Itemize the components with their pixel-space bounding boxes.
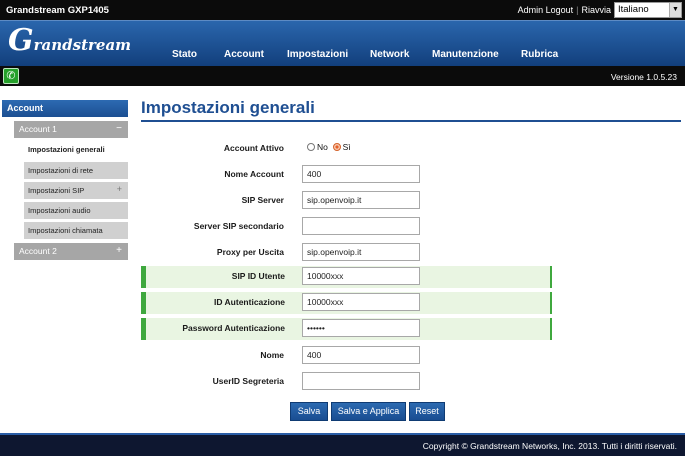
title-divider	[141, 120, 681, 122]
sub-bar: ✆ Versione 1.0.5.23	[0, 66, 685, 86]
sidebar-account-2[interactable]: Account 2 +	[14, 243, 128, 260]
field-label: Nome Account	[224, 169, 284, 179]
form-row-sip-id-utente: SIP ID Utente 10000xxx	[141, 266, 552, 288]
firmware-version: Versione 1.0.5.23	[610, 72, 677, 82]
sip-server-input[interactable]: sip.openvoip.it	[302, 191, 420, 209]
form-row-password-autenticazione: Password Autenticazione ••••••	[141, 318, 552, 340]
form-row-proxy-per-uscita: Proxy per Uscita sip.openvoip.it	[141, 242, 552, 264]
sidebar-account-1[interactable]: Account 1 −	[14, 121, 128, 138]
save-apply-button[interactable]: Salva e Applica	[331, 402, 406, 421]
nav-manutenzione[interactable]: Manutenzione	[432, 49, 499, 60]
id-autenticazione-input[interactable]: 10000xxx	[302, 293, 420, 311]
userid-segreteria-input[interactable]	[302, 372, 420, 390]
nome-input[interactable]: 400	[302, 346, 420, 364]
admin-logout-link[interactable]: Admin Logout	[518, 5, 574, 15]
nav-rubrica[interactable]: Rubrica	[521, 49, 558, 60]
radio-si-label: Sì	[342, 142, 351, 152]
reset-button[interactable]: Reset	[409, 402, 445, 421]
form-row-userid-segreteria: UserID Segreteria	[141, 371, 552, 393]
language-select[interactable]: Italiano ▼	[614, 2, 682, 18]
language-value: Italiano	[618, 4, 649, 15]
nav-network[interactable]: Network	[370, 49, 409, 60]
top-bar: Grandstream GXP1405 Admin Logout | Riavvia…	[0, 0, 685, 20]
device-model: Grandstream GXP1405	[6, 5, 109, 16]
sidebar-item-label: Impostazioni chiamata	[28, 226, 103, 235]
field-label: UserID Segreteria	[212, 376, 284, 386]
radio-si[interactable]	[332, 143, 341, 151]
sip-id-utente-input[interactable]: 10000xxx	[302, 267, 420, 285]
form-row-server-sip-secondario: Server SIP secondario	[141, 216, 552, 238]
logo-initial: G	[8, 23, 34, 58]
proxy-per-uscita-input[interactable]: sip.openvoip.it	[302, 243, 420, 261]
field-label: SIP ID Utente	[231, 271, 285, 281]
form-row-sip-server: SIP Server sip.openvoip.it	[141, 190, 552, 212]
radio-no-label: No	[317, 142, 328, 152]
separator: |	[576, 5, 579, 15]
expand-icon: +	[116, 184, 122, 194]
collapse-icon: −	[116, 123, 122, 134]
top-links: Admin Logout | Riavvia	[518, 5, 611, 15]
sidebar-item-impostazioni-sip[interactable]: Impostazioni SIP +	[24, 182, 128, 199]
field-label: ID Autenticazione	[214, 297, 285, 307]
save-button[interactable]: Salva	[290, 402, 328, 421]
sidebar-item-label: Impostazioni generali	[28, 145, 105, 154]
phone-icon[interactable]: ✆	[3, 68, 19, 84]
radio-no[interactable]	[307, 143, 315, 151]
sidebar-item-label: Impostazioni di rete	[28, 166, 94, 175]
nav-stato[interactable]: Stato	[172, 49, 197, 60]
form-row-account-attivo: Account Attivo No Sì	[141, 138, 552, 160]
sidebar-item-label: Impostazioni SIP	[28, 186, 85, 195]
server-sip-secondario-input[interactable]	[302, 217, 420, 235]
expand-icon: +	[116, 245, 122, 256]
field-label: SIP Server	[241, 195, 284, 205]
header: Grandstream Stato Account Impostazioni N…	[0, 20, 685, 66]
logo-text: randstream	[33, 36, 132, 54]
sidebar-item-impostazioni-audio[interactable]: Impostazioni audio	[24, 202, 128, 219]
field-label: Server SIP secondario	[193, 221, 284, 231]
form-row-id-autenticazione: ID Autenticazione 10000xxx	[141, 292, 552, 314]
copyright-text: Copyright © Grandstream Networks, Inc. 2…	[422, 441, 677, 451]
chevron-down-icon: ▼	[669, 3, 681, 17]
page-title: Impostazioni generali	[141, 98, 315, 117]
field-label: Proxy per Uscita	[216, 247, 284, 257]
field-label: Nome	[260, 350, 284, 360]
sidebar-item-impostazioni-chiamata[interactable]: Impostazioni chiamata	[24, 222, 128, 239]
account-active-radio-group: No Sì	[307, 142, 351, 152]
sidebar-item-impostazioni-generali[interactable]: Impostazioni generali	[24, 141, 128, 158]
footer: Copyright © Grandstream Networks, Inc. 2…	[0, 433, 685, 456]
grandstream-logo: Grandstream	[8, 26, 132, 56]
nav-impostazioni[interactable]: Impostazioni	[287, 49, 348, 60]
form-row-nome-account: Nome Account 400	[141, 164, 552, 186]
nav-account[interactable]: Account	[224, 49, 264, 60]
form-row-nome: Nome 400	[141, 345, 552, 367]
field-label: Account Attivo	[223, 143, 284, 153]
nome-account-input[interactable]: 400	[302, 165, 420, 183]
sidebar-account-2-label: Account 2	[19, 246, 57, 256]
reboot-link[interactable]: Riavvia	[581, 5, 611, 15]
sidebar-account-1-label: Account 1	[19, 124, 57, 134]
sidebar-account-header[interactable]: Account	[2, 100, 128, 117]
password-autenticazione-input[interactable]: ••••••	[302, 319, 420, 337]
field-label: Password Autenticazione	[182, 323, 285, 333]
sidebar-item-label: Impostazioni audio	[28, 206, 91, 215]
sidebar-item-impostazioni-di-rete[interactable]: Impostazioni di rete	[24, 162, 128, 179]
